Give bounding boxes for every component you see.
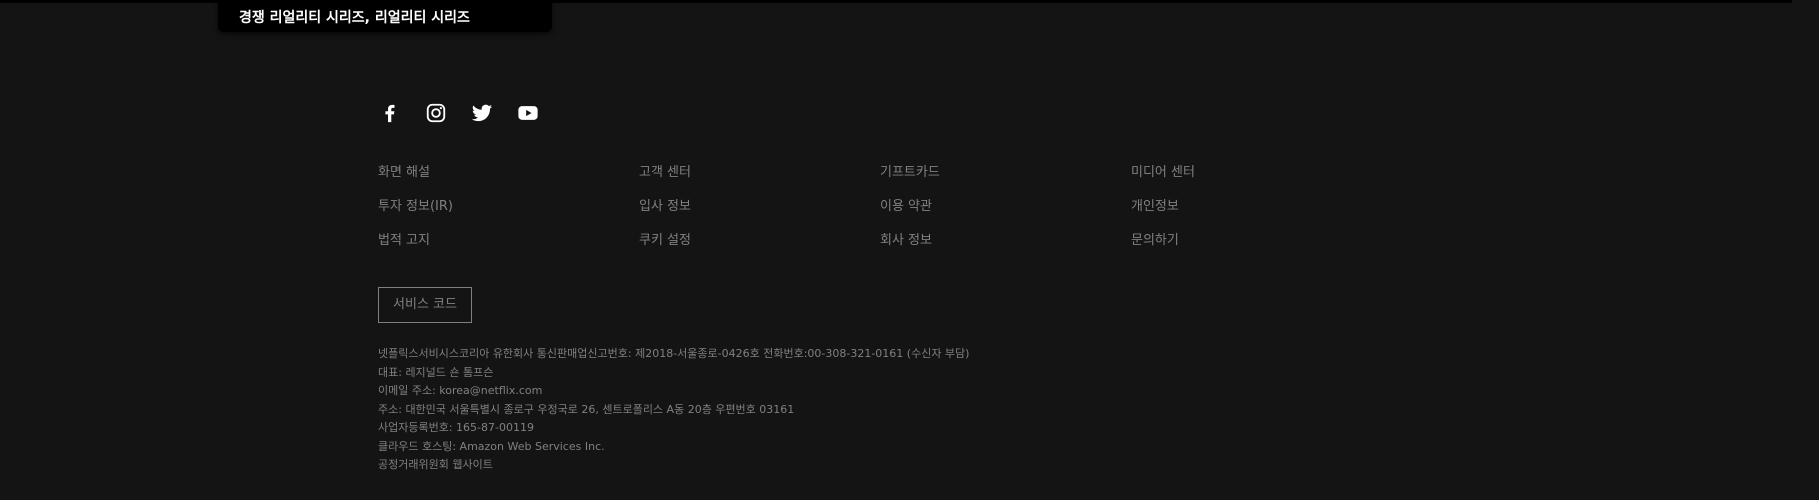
facebook-icon — [385, 104, 395, 123]
footer-link-audio-description[interactable]: 화면 해설 — [378, 161, 430, 180]
legal-line-ftc-website[interactable]: 공정거래위원회 웹사이트 — [378, 456, 969, 475]
footer-link-cookie-preferences[interactable]: 쿠키 설정 — [639, 229, 691, 248]
service-code-button[interactable]: 서비스 코드 — [378, 287, 472, 323]
footer-link-help-center[interactable]: 고객 센터 — [639, 161, 691, 180]
footer: 화면 해설 투자 정보(IR) 법적 고지 고객 센터 입사 정보 쿠키 설정 … — [378, 0, 1378, 500]
footer-link-legal-notices[interactable]: 법적 고지 — [378, 229, 430, 248]
footer-link-contact-us[interactable]: 문의하기 — [1131, 229, 1179, 248]
legal-line-representative: 대표: 레지널드 숀 톰프슨 — [378, 365, 494, 379]
youtube-link[interactable] — [516, 102, 540, 124]
legal-line-company: 넷플릭스서비시스코리아 유한회사 통신판매업신고번호: 제2018-서울종로-0… — [378, 347, 970, 360]
facebook-link[interactable] — [378, 102, 402, 124]
footer-link-gift-cards[interactable]: 기프트카드 — [880, 161, 940, 180]
footer-link-privacy[interactable]: 개인정보 — [1131, 195, 1179, 214]
legal-line-business-registration: 사업자등록번호: 165-87-00119 — [378, 421, 534, 434]
youtube-icon — [518, 106, 538, 120]
footer-link-jobs[interactable]: 입사 정보 — [639, 195, 691, 214]
legal-line-cloud-hosting: 클라우드 호스팅: Amazon Web Services Inc. — [378, 439, 605, 453]
footer-link-media-center[interactable]: 미디어 센터 — [1131, 161, 1195, 180]
footer-link-corporate-information[interactable]: 회사 정보 — [880, 229, 932, 248]
footer-link-terms-of-use[interactable]: 이용 약관 — [880, 195, 932, 214]
instagram-link[interactable] — [424, 102, 448, 124]
footer-link-investor-relations[interactable]: 투자 정보(IR) — [378, 195, 453, 214]
twitter-icon — [471, 104, 493, 122]
legal-line-address: 주소: 대한민국 서울특별시 종로구 우정국로 26, 센트로폴리스 A동 20… — [378, 402, 795, 416]
legal-line-email: 이메일 주소: korea@netflix.com — [378, 384, 543, 397]
legal-info: 넷플릭스서비시스코리아 유한회사 통신판매업신고번호: 제2018-서울종로-0… — [378, 345, 969, 475]
instagram-icon — [426, 103, 446, 123]
twitter-link[interactable] — [470, 102, 494, 124]
